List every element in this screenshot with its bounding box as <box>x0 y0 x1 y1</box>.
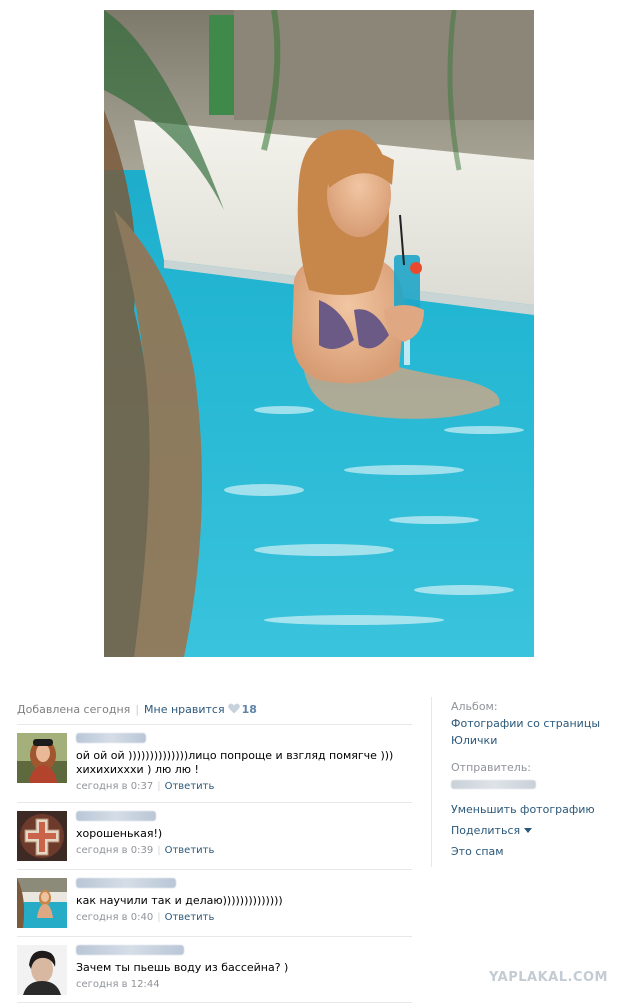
separator: | <box>157 781 161 792</box>
pool-photo-image <box>104 10 534 657</box>
comment-footer: сегодня в 0:37 | Ответить <box>76 781 406 792</box>
divider <box>17 802 412 803</box>
comment-footer: сегодня в 12:44 <box>76 979 406 990</box>
like-button[interactable]: Мне нравится <box>144 703 225 716</box>
reply-link[interactable]: Ответить <box>165 912 215 923</box>
avatar[interactable] <box>17 945 67 995</box>
reply-link[interactable]: Ответить <box>165 781 215 792</box>
reduce-photo-link[interactable]: Уменьшить фотографию <box>451 801 595 818</box>
reply-link[interactable]: Ответить <box>165 845 215 856</box>
separator: | <box>157 845 161 856</box>
comment-time[interactable]: сегодня в 0:37 <box>76 781 153 792</box>
comment-text: как научили так и делаю)))))))))))))) <box>76 894 283 907</box>
share-link[interactable]: Поделиться <box>451 824 520 837</box>
comment-time[interactable]: сегодня в 0:39 <box>76 845 153 856</box>
comment-text: хорошенькая!) <box>76 827 163 840</box>
sender-label: Отправитель: <box>451 761 532 774</box>
avatar[interactable] <box>17 878 67 928</box>
album-link-line2[interactable]: Юлички <box>451 732 600 749</box>
divider <box>17 724 412 725</box>
watermark: YAPLAKAL.COM <box>489 970 608 985</box>
share-menu[interactable]: Поделиться <box>451 822 595 839</box>
added-label: Добавлена сегодня <box>17 703 131 716</box>
comment-text: Зачем ты пьешь воду из бассейна? ) <box>76 961 289 974</box>
avatar[interactable] <box>17 811 67 861</box>
divider <box>17 1002 412 1003</box>
author-name[interactable] <box>76 945 184 955</box>
photo-meta: Добавлена сегодня | Мне нравится 18 <box>17 703 257 717</box>
spam-link[interactable]: Это спам <box>451 843 595 860</box>
album-label: Альбом: <box>451 700 498 713</box>
author-name[interactable] <box>76 733 146 743</box>
comment-text: ой ой ой ))))))))))))))лицо попроще и вз… <box>76 749 394 776</box>
author-name[interactable] <box>76 811 156 821</box>
photo-actions: Уменьшить фотографию Поделиться Это спам <box>451 801 595 860</box>
heart-icon[interactable] <box>227 703 240 717</box>
divider <box>17 936 412 937</box>
sender-block: Отправитель: <box>451 759 536 789</box>
main-photo[interactable] <box>104 10 534 657</box>
comment-footer: сегодня в 0:39 | Ответить <box>76 845 406 856</box>
chevron-down-icon[interactable] <box>524 828 533 833</box>
separator: | <box>135 703 140 716</box>
sender-name[interactable] <box>451 780 536 789</box>
divider <box>17 869 412 870</box>
sidebar-divider <box>431 697 432 867</box>
like-count[interactable]: 18 <box>242 703 257 716</box>
comment-footer: сегодня в 0:40 | Ответить <box>76 912 406 923</box>
separator: | <box>157 912 161 923</box>
avatar[interactable] <box>17 733 67 783</box>
comment-time[interactable]: сегодня в 12:44 <box>76 979 160 990</box>
album-block: Альбом: Фотографии со страницы Юлички <box>451 698 600 749</box>
author-name[interactable] <box>76 878 176 888</box>
album-link[interactable]: Фотографии со страницы <box>451 715 600 732</box>
comment-time[interactable]: сегодня в 0:40 <box>76 912 153 923</box>
